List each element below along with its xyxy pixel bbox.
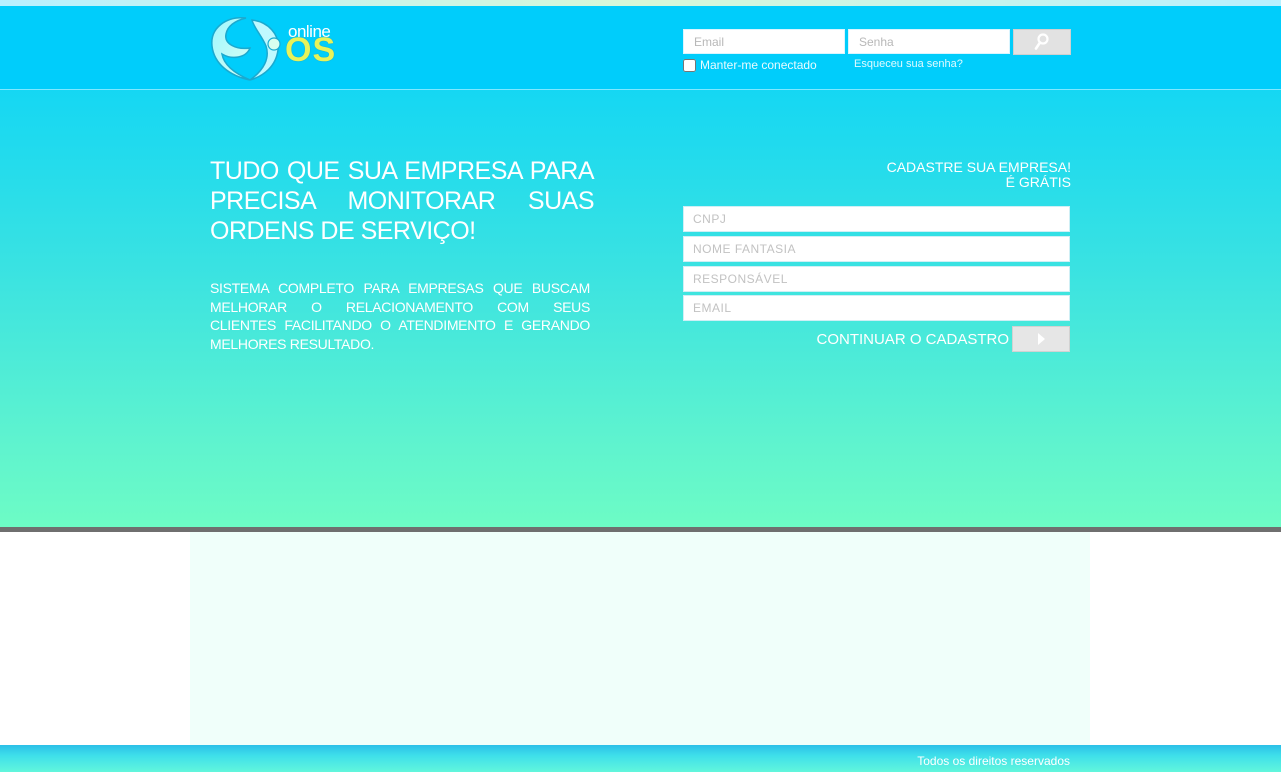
continue-register-label[interactable]: CONTINUAR O CADASTRO: [780, 331, 1009, 348]
logo-swirl-icon: [211, 17, 281, 81]
login-password-input[interactable]: [848, 29, 1010, 54]
register-title-line1: CADASTRE SUA EMPRESA!: [886, 159, 1071, 175]
register-title: CADASTRE SUA EMPRESA! É GRÁTIS: [887, 160, 1071, 190]
cnpj-input[interactable]: [683, 206, 1070, 232]
hero-headline: TUDO QUE SUA EMPRESA PARA PRECISA MONITO…: [210, 156, 595, 246]
hero-headline-line: TUDO QUE SUA EMPRESA PARA: [210, 157, 595, 185]
main-content-area: [190, 532, 1090, 745]
hero-description-line: MELHORES RESULTADO.: [210, 335, 375, 352]
remember-me[interactable]: Manter-me conectado: [683, 58, 817, 72]
logo[interactable]: online OS: [206, 14, 346, 84]
login-submit-button[interactable]: [1013, 29, 1071, 55]
hero-section: TUDO QUE SUA EMPRESA PARA PRECISA MONITO…: [0, 90, 1281, 527]
hero-headline-line: PRECISA MONITORAR SUAS: [210, 187, 595, 215]
logo-text-os: OS: [285, 31, 337, 69]
hero-description: SISTEMA COMPLETO PARA EMPRESAS QUE BUSCA…: [210, 279, 590, 353]
play-arrow-icon: [1038, 333, 1045, 345]
site-header: online OS Manter-me conectado Esqueceu s…: [0, 6, 1281, 90]
register-title-line2: É GRÁTIS: [1005, 174, 1071, 190]
login-email-input[interactable]: [683, 29, 845, 54]
hero-headline-line: ORDENS DE SERVIÇO!: [210, 217, 476, 245]
responsible-input[interactable]: [683, 266, 1070, 292]
continue-register-button[interactable]: [1012, 326, 1070, 352]
remember-me-label: Manter-me conectado: [700, 58, 817, 72]
company-name-input[interactable]: [683, 236, 1070, 262]
search-icon: [1034, 33, 1049, 50]
site-footer: Todos os direitos reservados: [0, 745, 1281, 772]
remember-me-checkbox[interactable]: [683, 58, 696, 72]
forgot-password-link[interactable]: Esqueceu sua senha?: [854, 58, 963, 70]
copyright-text: Todos os direitos reservados: [917, 754, 1070, 768]
register-email-input[interactable]: [683, 295, 1070, 321]
hero-description-line: MELHORAR O RELACIONAMENTO COM SEUS: [210, 298, 590, 315]
hero-description-line: CLIENTES FACILITANDO O ATENDIMENTO E GER…: [210, 317, 590, 333]
hero-description-line: SISTEMA COMPLETO PARA EMPRESAS QUE BUSCA…: [210, 280, 590, 296]
